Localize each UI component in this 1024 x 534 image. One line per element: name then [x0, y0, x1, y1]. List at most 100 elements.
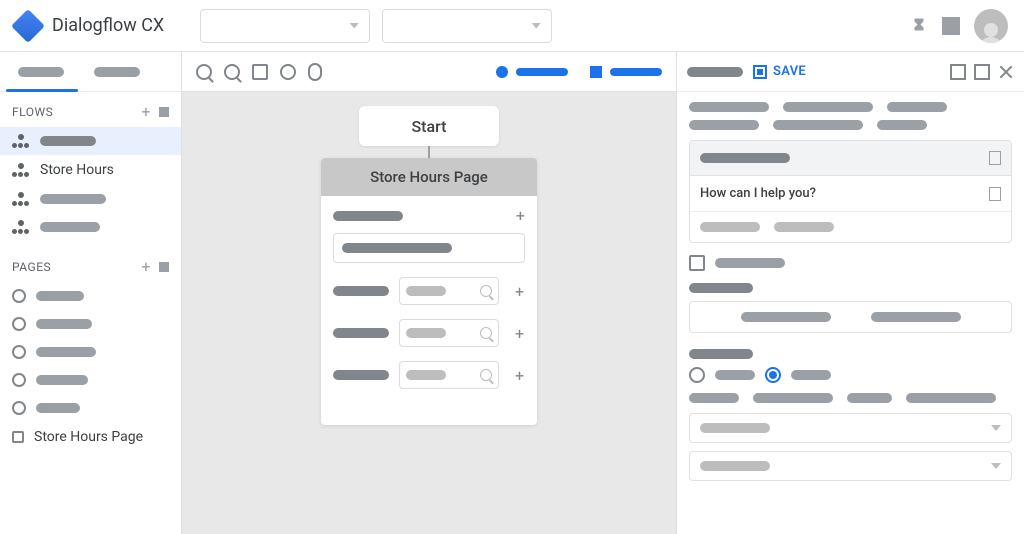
transition-radio-flow[interactable]	[765, 367, 781, 383]
search-icon	[480, 369, 492, 381]
canvas-area: Start Store Hours Page + + +	[182, 52, 676, 534]
zoom-out-icon[interactable]	[224, 64, 240, 80]
description-text	[689, 102, 1012, 130]
active-tab-indicator	[6, 89, 78, 92]
radio-label	[791, 370, 831, 380]
maximize-panel-icon[interactable]	[974, 64, 990, 80]
save-icon	[753, 65, 767, 79]
start-node-label: Start	[411, 117, 446, 136]
flow-item-label	[40, 194, 106, 204]
project-select[interactable]	[200, 9, 370, 43]
minimap-icon[interactable]	[308, 63, 322, 81]
agent-says-row[interactable]: How can I help you?	[690, 176, 1011, 212]
page-item[interactable]	[0, 366, 181, 394]
add-flow-button[interactable]: +	[137, 102, 155, 121]
flow-icon	[12, 192, 30, 206]
account-avatar-icon[interactable]	[974, 9, 1008, 43]
sidebar-tab-build[interactable]	[18, 67, 64, 77]
page-item[interactable]	[0, 282, 181, 310]
flows-title: FLOWS	[12, 105, 53, 119]
search-icon	[480, 327, 492, 339]
flow-canvas[interactable]: Start Store Hours Page + + +	[182, 92, 676, 534]
page-icon	[12, 401, 26, 415]
pages-menu-icon[interactable]	[159, 262, 169, 272]
page-node-title: Store Hours Page	[321, 158, 537, 196]
add-param-button[interactable]: +	[509, 324, 524, 343]
flow-item-label	[40, 222, 100, 232]
top-bar: Dialogflow CX	[0, 0, 1024, 52]
stop-icon[interactable]	[942, 17, 960, 35]
delete-icon[interactable]	[989, 187, 1001, 201]
param-label	[333, 328, 389, 338]
page-icon	[12, 289, 26, 303]
entry-fulfillment-label	[333, 211, 403, 221]
reset-view-icon[interactable]	[280, 64, 296, 80]
flows-menu-icon[interactable]	[159, 107, 169, 117]
save-label: SAVE	[773, 64, 806, 79]
pages-section-header: PAGES +	[0, 247, 181, 282]
dialogflow-logo-icon	[11, 9, 45, 43]
add-entry-button[interactable]: +	[510, 206, 525, 225]
zoom-in-icon[interactable]	[196, 64, 212, 80]
flow-item[interactable]	[0, 213, 181, 241]
flow-item-store-hours[interactable]: Store Hours	[0, 155, 181, 185]
transition-target-select[interactable]	[689, 413, 1012, 443]
minimize-panel-icon[interactable]	[950, 64, 966, 80]
toolbar-action-group[interactable]	[590, 66, 662, 78]
test-agent-label	[610, 68, 662, 76]
page-icon	[12, 373, 26, 387]
left-sidebar: FLOWS + Store Hours PAGES +	[0, 52, 182, 534]
entry-fulfillment-input[interactable]	[333, 233, 525, 263]
param-entity-input[interactable]	[399, 361, 499, 389]
add-page-button[interactable]: +	[137, 257, 155, 276]
agent-says-text: How can I help you?	[700, 186, 816, 201]
page-item-label	[36, 319, 92, 329]
page-item[interactable]	[0, 394, 181, 422]
param-label	[333, 286, 389, 296]
page-icon	[12, 431, 24, 443]
save-button[interactable]: SAVE	[753, 64, 806, 79]
page-item[interactable]	[0, 310, 181, 338]
page-item[interactable]	[0, 338, 181, 366]
panel-title	[687, 67, 743, 77]
page-item-label	[36, 347, 96, 357]
transition-radio-page[interactable]	[689, 367, 705, 383]
flow-item-label	[40, 136, 96, 146]
condition-input[interactable]	[689, 301, 1012, 333]
agent-response-row[interactable]	[690, 212, 1011, 242]
flows-section-header: FLOWS +	[0, 92, 181, 127]
fit-screen-icon[interactable]	[252, 64, 268, 80]
pages-title: PAGES	[12, 260, 51, 274]
agent-select[interactable]	[382, 9, 552, 43]
param-entity-input[interactable]	[399, 277, 499, 305]
transition-target-select[interactable]	[689, 451, 1012, 481]
flow-icon	[12, 220, 30, 234]
enable-webhook-checkbox[interactable]	[689, 255, 705, 271]
fulfillment-card-header[interactable]	[690, 141, 1011, 176]
page-item-store-hours-page[interactable]: Store Hours Page	[0, 422, 181, 452]
add-param-button[interactable]: +	[509, 282, 524, 301]
fulfillment-card: How can I help you?	[689, 140, 1012, 243]
checkbox-label	[715, 258, 785, 268]
close-panel-icon[interactable]	[998, 64, 1014, 80]
page-item-label: Store Hours Page	[34, 429, 143, 445]
page-item-label	[36, 375, 88, 385]
flow-item[interactable]	[0, 185, 181, 213]
toolbar-status-group	[496, 66, 568, 78]
radio-label	[715, 370, 755, 380]
sidebar-tab-manage[interactable]	[94, 67, 140, 77]
param-entity-input[interactable]	[399, 319, 499, 347]
helper-text	[689, 393, 1012, 403]
flow-item-default[interactable]	[0, 127, 181, 155]
status-label	[516, 68, 568, 76]
search-icon	[480, 285, 492, 297]
section-label	[689, 349, 753, 359]
start-node[interactable]: Start	[359, 106, 499, 146]
test-agent-icon	[590, 66, 602, 78]
section-label	[689, 283, 753, 293]
chevron-down-icon	[349, 23, 359, 29]
page-node-store-hours[interactable]: Store Hours Page + + +	[321, 158, 537, 425]
hourglass-icon[interactable]	[910, 17, 928, 35]
delete-icon[interactable]	[989, 151, 1001, 165]
add-param-button[interactable]: +	[509, 366, 524, 385]
